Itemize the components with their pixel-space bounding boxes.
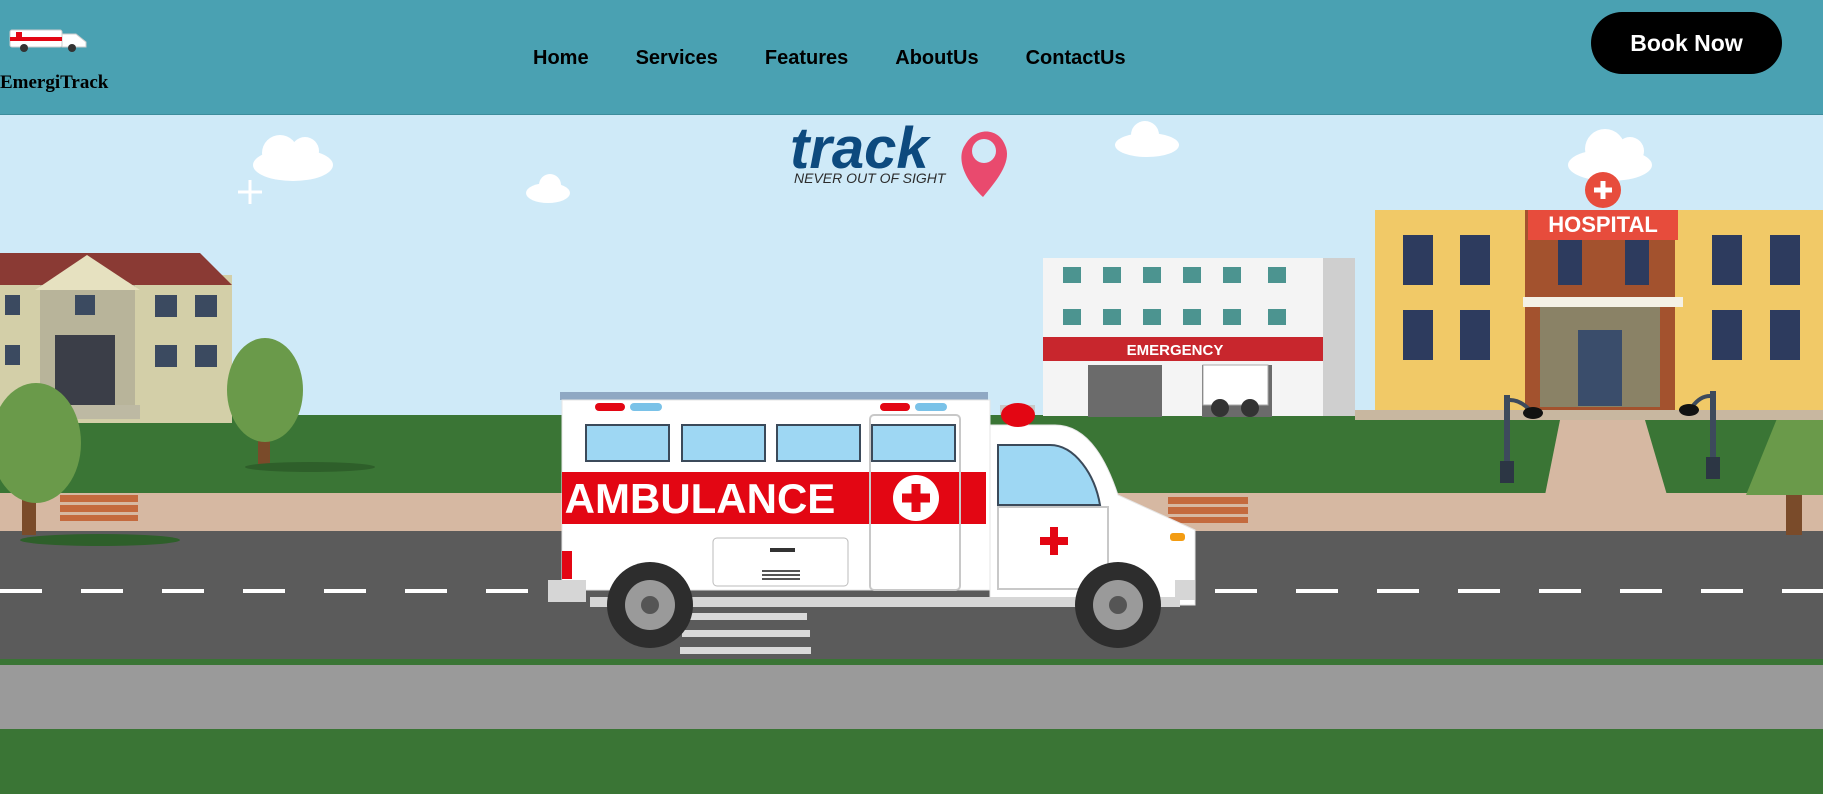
nav-features[interactable]: Features	[765, 47, 848, 70]
lane-dash	[1458, 589, 1500, 593]
emergency-building: EMERGENCY	[1043, 258, 1355, 417]
emergency-sign: EMERGENCY	[1127, 342, 1224, 359]
lane-dash	[1215, 589, 1257, 593]
hospital-sign: HOSPITAL	[1548, 212, 1658, 237]
lane-dash	[1701, 589, 1743, 593]
lane-dash	[81, 589, 123, 593]
lane-dash	[1782, 589, 1823, 593]
nav-about-us[interactable]: AboutUs	[895, 47, 978, 70]
lane-dash	[243, 589, 285, 593]
brand-name: EmergiTrack	[0, 72, 109, 93]
ambulance-icon[interactable]	[8, 24, 88, 54]
lower-sidewalk	[0, 665, 1823, 729]
city-scene: EMERGENCY HOSPITAL track NEVER OUT OF SI…	[0, 115, 1823, 794]
nav-home[interactable]: Home	[533, 47, 589, 70]
lane-dash	[1296, 589, 1338, 593]
crosswalk	[680, 613, 811, 654]
lane-dash	[1539, 589, 1581, 593]
lane-dash	[405, 589, 447, 593]
logo-tagline: NEVER OUT OF SIGHT	[794, 170, 947, 186]
lane-dash	[486, 589, 528, 593]
main-menu: Home Services Features AboutUs ContactUs	[533, 47, 1126, 70]
ambulance-label: AMBULANCE	[565, 475, 836, 522]
hero-illustration: EMERGENCY HOSPITAL track NEVER OUT OF SI…	[0, 115, 1823, 794]
lane-dash	[1377, 589, 1419, 593]
lane-dash	[0, 589, 42, 593]
book-now-button[interactable]: Book Now	[1591, 12, 1782, 74]
lane-dash	[324, 589, 366, 593]
lane-dash	[162, 589, 204, 593]
top-navbar: EmergiTrack Home Services Features About…	[0, 0, 1823, 115]
nav-contact-us[interactable]: ContactUs	[1026, 47, 1126, 70]
lane-dash	[1620, 589, 1662, 593]
nav-services[interactable]: Services	[636, 47, 718, 70]
